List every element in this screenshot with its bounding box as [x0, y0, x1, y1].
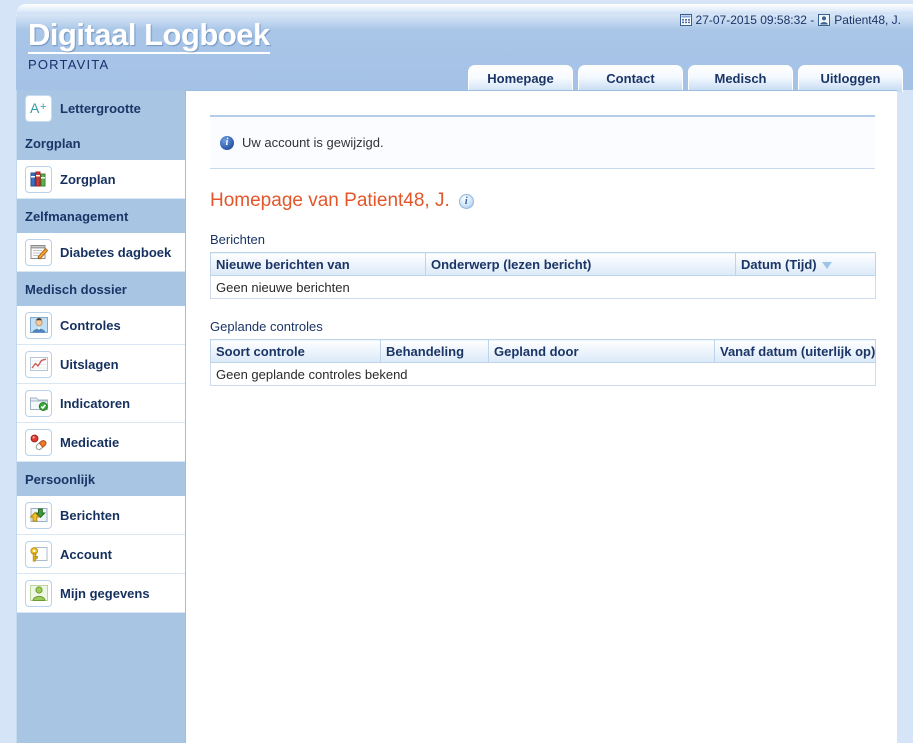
svg-text:+: +	[40, 101, 46, 113]
column-header-behandeling[interactable]: Behandeling	[380, 339, 489, 363]
line-chart-icon	[25, 350, 52, 378]
info-help-icon[interactable]: i	[458, 193, 474, 209]
status-datetime: 27-07-2015 09:58:32 -	[695, 13, 815, 27]
sidebar-item-label: Uitslagen	[60, 356, 119, 372]
sidebar-section-zelfmanagement: Zelfmanagement	[17, 199, 185, 233]
table-header-row: Nieuwe berichten van Onderwerp (lezen be…	[210, 252, 876, 276]
sidebar-item-label: Mijn gegevens	[60, 585, 150, 601]
sidebar-item-label: Account	[60, 546, 112, 562]
empty-message-berichten: Geen nieuwe berichten	[210, 275, 876, 299]
sort-descending-icon[interactable]	[821, 261, 832, 269]
content-inner: i Uw account is gewijzigd. Homepage van …	[210, 115, 876, 386]
sidebar-item-zorgplan[interactable]: Zorgplan	[17, 160, 185, 199]
sidebar-item-label: Medicatie	[60, 434, 120, 450]
key-icon	[25, 540, 52, 568]
column-header-onderwerp[interactable]: Onderwerp (lezen bericht)	[425, 252, 736, 276]
sidebar-item-diabetes-dagboek[interactable]: Diabetes dagboek	[17, 233, 185, 272]
sidebar-section-zorgplan: Zorgplan	[17, 126, 185, 160]
application-window: Digitaal Logboek PORTAVITA 27-07-2015 09…	[0, 0, 913, 743]
person-icon	[25, 579, 52, 607]
calendar-icon	[679, 14, 692, 26]
logo-title: Digitaal Logboek	[28, 17, 270, 54]
sidebar: A + Lettergrootte Zorgplan Zorgplan Zelf…	[16, 90, 185, 743]
notepad-pen-icon	[25, 238, 52, 266]
sidebar-item-berichten[interactable]: Berichten	[17, 496, 185, 535]
status-bar: 27-07-2015 09:58:32 - Patient48, J.	[679, 13, 901, 27]
info-icon: i	[220, 135, 234, 150]
sidebar-item-uitslagen[interactable]: Uitslagen	[17, 345, 185, 384]
pills-icon	[25, 428, 52, 456]
books-icon	[25, 165, 52, 193]
user-icon	[818, 14, 831, 26]
tab-medisch[interactable]: Medisch	[688, 65, 793, 92]
logo-subtitle: PORTAVITA	[28, 57, 110, 72]
section-caption-berichten: Berichten	[210, 232, 265, 247]
table-row: Geen geplande controles bekend	[210, 362, 876, 386]
column-header-soort-controle[interactable]: Soort controle	[210, 339, 381, 363]
sidebar-item-label: Berichten	[60, 507, 120, 523]
sidebar-item-label: Zorgplan	[60, 171, 116, 187]
a-plus-icon: A +	[25, 94, 52, 122]
tab-uitloggen[interactable]: Uitloggen	[798, 65, 903, 92]
table-row: Geen nieuwe berichten	[210, 275, 876, 299]
sidebar-item-mijn-gegevens[interactable]: Mijn gegevens	[17, 574, 185, 613]
page-title-row: Homepage van Patient48, J. i	[210, 190, 875, 212]
sidebar-item-label: Diabetes dagboek	[60, 244, 172, 260]
tab-homepage[interactable]: Homepage	[468, 65, 573, 92]
sidebar-section-persoonlijk: Persoonlijk	[17, 462, 185, 496]
svg-text:A: A	[30, 100, 40, 116]
notification-banner: i Uw account is gewijzigd.	[210, 115, 875, 169]
app-header: Digitaal Logboek PORTAVITA 27-07-2015 09…	[16, 4, 913, 92]
main-navigation-tabs: Homepage Contact Medisch Uitloggen	[468, 65, 903, 92]
column-header-datum-tijd[interactable]: Datum (Tijd)	[735, 252, 876, 276]
app-logo[interactable]: Digitaal Logboek PORTAVITA	[28, 18, 270, 72]
empty-message-geplande-controles: Geen geplande controles bekend	[210, 362, 876, 386]
sidebar-item-controles[interactable]: Controles	[17, 306, 185, 345]
font-size-tool[interactable]: A + Lettergrootte	[17, 90, 185, 126]
sidebar-item-label: Indicatoren	[60, 395, 131, 411]
geplande-controles-table: Soort controle Behandeling Gepland door …	[210, 339, 876, 386]
sidebar-item-label: Controles	[60, 317, 121, 333]
sidebar-item-medicatie[interactable]: Medicatie	[17, 423, 185, 462]
column-header-vanaf-datum[interactable]: Vanaf datum (uiterlijk op)	[714, 339, 876, 363]
inbox-arrow-icon	[25, 501, 52, 529]
sidebar-item-account[interactable]: Account	[17, 535, 185, 574]
page-title: Homepage van Patient48, J.	[210, 190, 450, 211]
table-header-row: Soort controle Behandeling Gepland door …	[210, 339, 876, 363]
content-panel: i Uw account is gewijzigd. Homepage van …	[185, 90, 897, 743]
sidebar-section-medisch-dossier: Medisch dossier	[17, 272, 185, 306]
berichten-table: Nieuwe berichten van Onderwerp (lezen be…	[210, 252, 876, 299]
column-header-nieuwe-berichten-van[interactable]: Nieuwe berichten van	[210, 252, 426, 276]
font-size-label: Lettergrootte	[60, 100, 141, 116]
sidebar-item-indicatoren[interactable]: Indicatoren	[17, 384, 185, 423]
tab-contact[interactable]: Contact	[578, 65, 683, 92]
section-caption-geplande-controles: Geplande controles	[210, 319, 323, 334]
status-username: Patient48, J.	[834, 13, 901, 27]
column-header-gepland-door[interactable]: Gepland door	[488, 339, 715, 363]
doctor-icon	[25, 311, 52, 339]
notification-text: Uw account is gewijzigd.	[242, 135, 384, 150]
folder-check-icon	[25, 389, 52, 417]
